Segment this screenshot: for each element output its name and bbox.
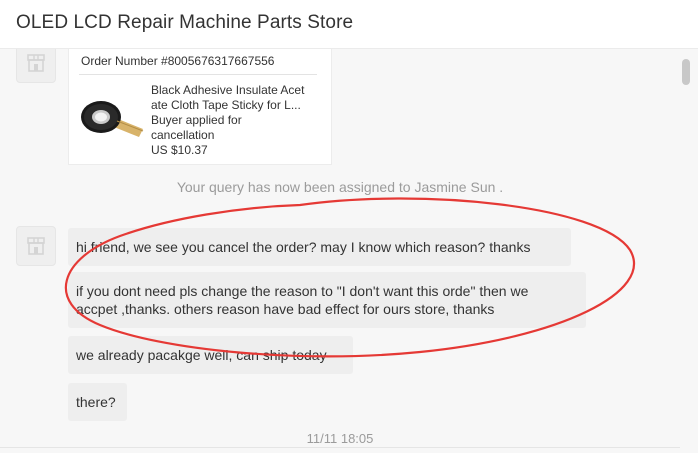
order-status-line: cancellation bbox=[151, 128, 215, 142]
message-text: accpet ,thanks. others reason have bad e… bbox=[76, 301, 495, 317]
message-text: if you dont need pls change the reason t… bbox=[76, 283, 529, 299]
scrollbar[interactable] bbox=[680, 49, 698, 453]
store-title[interactable]: OLED LCD Repair Machine Parts Store bbox=[16, 12, 353, 34]
message-text: there? bbox=[76, 394, 116, 410]
scrollbar-thumb[interactable] bbox=[682, 59, 690, 85]
product-image[interactable] bbox=[79, 87, 147, 147]
message-bubble: there? bbox=[68, 383, 127, 421]
message-text: hi friend, we see you cancel the order? … bbox=[76, 239, 531, 255]
divider bbox=[0, 447, 680, 448]
chat-header: OLED LCD Repair Machine Parts Store bbox=[0, 0, 698, 49]
message-timestamp: 11/11 18:05 bbox=[306, 431, 374, 446]
tape-roll-icon bbox=[81, 101, 144, 137]
store-icon bbox=[27, 237, 45, 255]
order-card[interactable]: Order Number #8005676317667556 Black Adh… bbox=[68, 49, 332, 165]
message-bubble: hi friend, we see you cancel the order? … bbox=[68, 228, 571, 266]
message-bubble: we already pacakge well, can ship today bbox=[68, 336, 353, 374]
order-status-line: Buyer applied for bbox=[151, 113, 242, 127]
order-divider bbox=[79, 74, 317, 75]
product-title-line[interactable]: Black Adhesive Insulate Acet bbox=[151, 83, 323, 98]
store-icon bbox=[27, 54, 45, 72]
message-bubble: if you dont need pls change the reason t… bbox=[68, 272, 586, 328]
message-text: we already pacakge well, can ship today bbox=[76, 347, 327, 363]
product-info[interactable]: Black Adhesive Insulate Acet ate Cloth T… bbox=[151, 83, 323, 158]
system-message: Your query has now been assigned to Jasm… bbox=[176, 179, 504, 195]
store-avatar[interactable] bbox=[16, 49, 56, 83]
store-avatar[interactable] bbox=[16, 226, 56, 266]
chat-area[interactable]: Order Number #8005676317667556 Black Adh… bbox=[0, 49, 698, 453]
order-number: Order Number #8005676317667556 bbox=[81, 54, 275, 68]
order-price: US $10.37 bbox=[151, 143, 208, 157]
product-title-line[interactable]: ate Cloth Tape Sticky for L... bbox=[151, 98, 323, 113]
